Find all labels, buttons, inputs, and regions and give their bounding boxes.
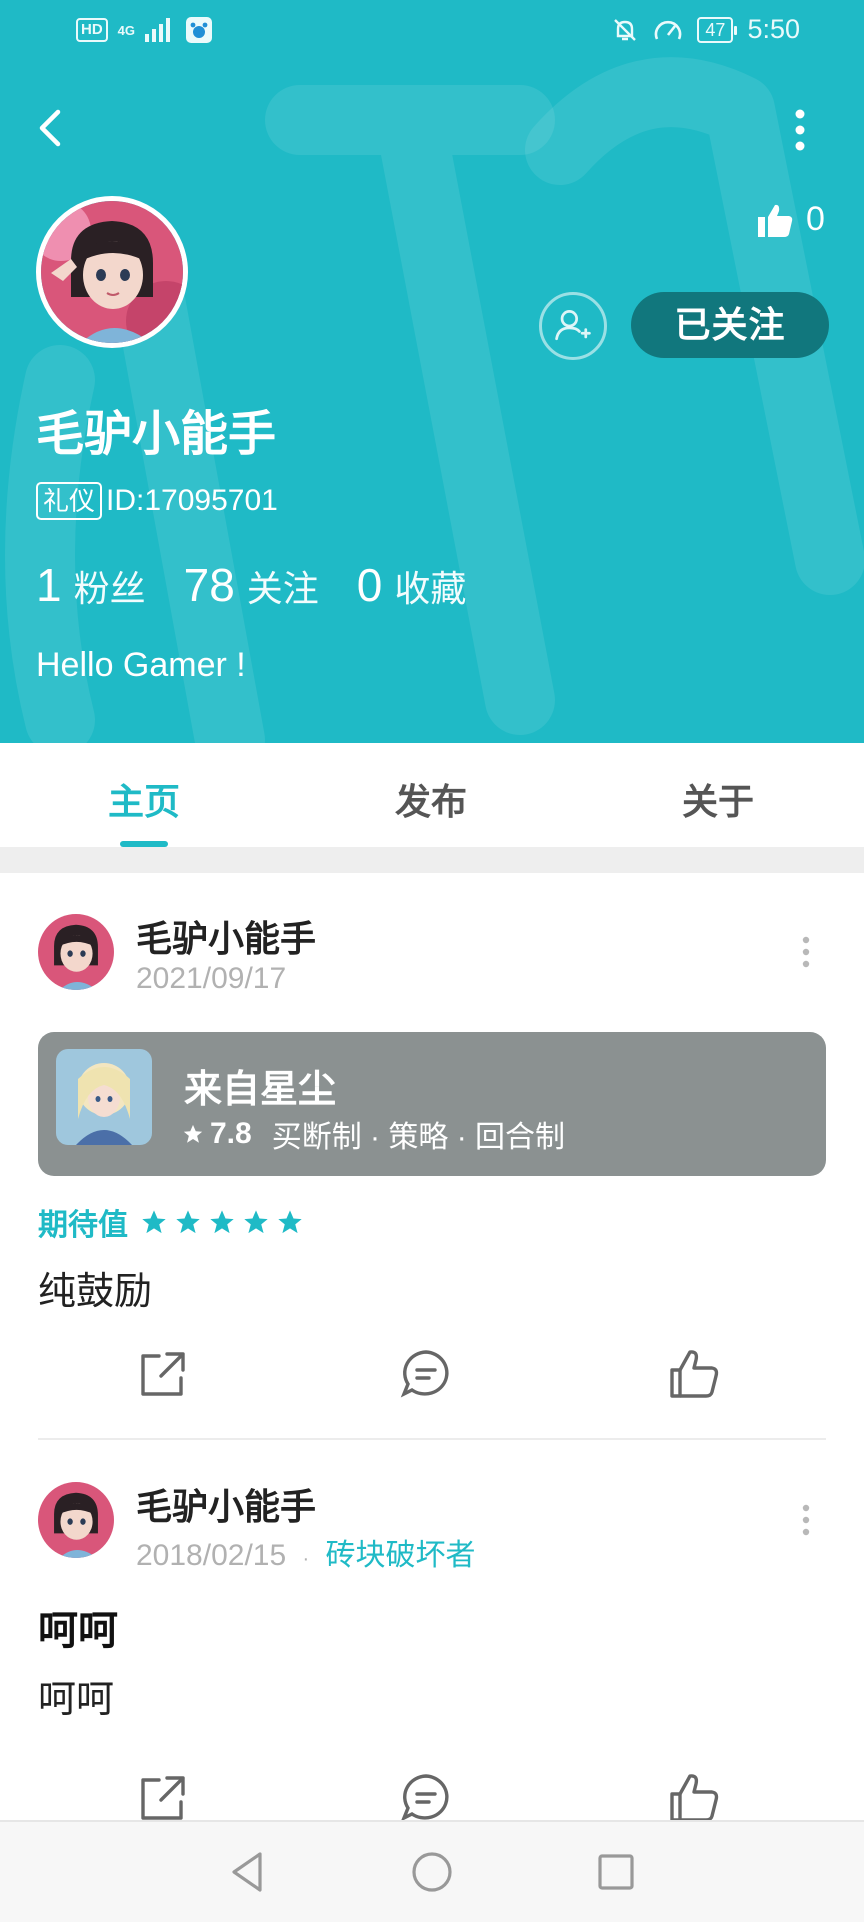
following-label[interactable]: 关注 <box>247 560 319 612</box>
signal-icon <box>145 18 171 42</box>
nav-back-icon[interactable] <box>224 1848 272 1896</box>
status-bar: HD 4G 47 5:50 <box>0 0 864 64</box>
game-rating: 7.8 <box>210 1117 252 1150</box>
game-meta: 7.8 买断制 · 策略 · 回合制 <box>182 1112 565 1156</box>
post-author-name[interactable]: 毛驴小能手 <box>136 910 316 962</box>
more-vert-icon[interactable] <box>780 102 820 158</box>
thumbs-up-icon <box>758 204 793 237</box>
star-icon <box>244 1210 268 1234</box>
watermark-logo <box>5 57 864 743</box>
clock: 5:50 <box>747 14 800 44</box>
post-game-tag[interactable]: 砖块破坏者 <box>326 1539 476 1572</box>
star-icon <box>176 1210 200 1234</box>
add-friend-icon[interactable] <box>539 292 607 360</box>
comment-icon[interactable] <box>398 1346 454 1402</box>
like-icon[interactable] <box>666 1770 722 1826</box>
tab-home[interactable]: 主页 <box>108 773 180 825</box>
expectation-row: 期待值 <box>38 1200 304 1244</box>
expectation-stars <box>140 1208 304 1236</box>
system-nav-bar <box>0 1820 864 1922</box>
like-icon[interactable] <box>666 1346 722 1402</box>
post-date: 2021/09/17 <box>136 962 287 995</box>
profile-stats: 1 粉丝 78 关注 0 收藏 <box>36 558 504 612</box>
post-date: 2018/02/15 <box>136 1539 287 1572</box>
nav-recent-icon[interactable] <box>592 1848 640 1896</box>
comment-icon[interactable] <box>398 1770 454 1826</box>
fans-count[interactable]: 1 <box>36 558 62 612</box>
post-author-avatar[interactable] <box>38 1482 114 1558</box>
star-icon <box>278 1210 302 1234</box>
post-body: 呵呵 <box>38 1679 115 1721</box>
star-icon <box>210 1210 234 1234</box>
section-gap <box>0 847 864 873</box>
post-more-icon[interactable] <box>800 1502 812 1538</box>
etiquette-badge[interactable]: 礼仪 <box>36 482 103 520</box>
baidu-app-icon <box>186 17 213 43</box>
game-card[interactable]: 来自星尘 7.8 买断制 · 策略 · 回合制 <box>38 1032 826 1176</box>
network-label: 4G <box>117 22 136 38</box>
post-body: 纯鼓励 <box>38 1271 153 1313</box>
post-author-name[interactable]: 毛驴小能手 <box>136 1478 316 1530</box>
tab-about[interactable]: 关于 <box>682 773 754 825</box>
nav-home-icon[interactable] <box>408 1848 456 1896</box>
profile-username: 毛驴小能手 <box>36 408 277 461</box>
battery-level: 47 <box>697 16 738 43</box>
expectation-label: 期待值 <box>38 1209 128 1242</box>
likes-count: 0 <box>806 200 825 238</box>
user-id: ID:17095701 <box>106 484 278 517</box>
profile-bio: Hello Gamer ! <box>36 646 246 684</box>
avatar-illustration <box>41 201 183 343</box>
star-icon <box>142 1210 166 1234</box>
tab-posts[interactable]: 发布 <box>395 773 467 825</box>
date-separator: · <box>302 1548 310 1570</box>
post-divider <box>38 1438 826 1440</box>
follow-button[interactable]: 已关注 <box>631 292 829 358</box>
game-icon <box>56 1049 152 1145</box>
post-title: 呵呵 <box>38 1609 118 1653</box>
mute-bell-icon <box>614 18 637 41</box>
id-row: 礼仪 ID:17095701 <box>36 482 278 520</box>
profile-header: HD 4G 47 5:50 0 已关注 毛驴小能手 礼仪 ID:17095701… <box>0 0 864 743</box>
game-art <box>56 1049 152 1145</box>
profile-likes[interactable]: 0 <box>756 200 825 239</box>
post-author-avatar[interactable] <box>38 914 114 990</box>
following-count[interactable]: 78 <box>184 558 235 612</box>
share-icon[interactable] <box>135 1346 191 1402</box>
favorites-count[interactable]: 0 <box>357 558 383 612</box>
post-more-icon[interactable] <box>800 934 812 970</box>
star-icon <box>183 1124 203 1143</box>
fans-label[interactable]: 粉丝 <box>74 560 146 612</box>
share-icon[interactable] <box>135 1770 191 1826</box>
avatar-illustration <box>38 914 114 990</box>
back-arrow-icon[interactable] <box>30 100 74 156</box>
speed-icon <box>655 20 682 40</box>
avatar-illustration <box>38 1482 114 1558</box>
favorites-label[interactable]: 收藏 <box>394 560 466 612</box>
hd-indicator: HD <box>76 18 108 42</box>
game-tags: 买断制 · 策略 · 回合制 <box>271 1121 566 1154</box>
profile-tabs: 主页 发布 关于 <box>0 743 864 847</box>
game-title: 来自星尘 <box>184 1069 337 1111</box>
post-date-row: 2018/02/15 · 砖块破坏者 <box>136 1530 476 1574</box>
profile-avatar[interactable] <box>36 196 188 348</box>
